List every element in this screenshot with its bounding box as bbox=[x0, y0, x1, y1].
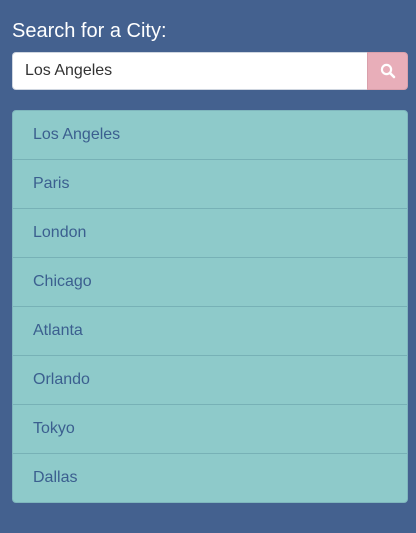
city-list: Los Angeles Paris London Chicago Atlanta… bbox=[12, 110, 408, 503]
city-item-orlando[interactable]: Orlando bbox=[13, 356, 407, 405]
search-input[interactable] bbox=[12, 52, 367, 90]
city-item-london[interactable]: London bbox=[13, 209, 407, 258]
city-item-los-angeles[interactable]: Los Angeles bbox=[13, 111, 407, 160]
city-item-paris[interactable]: Paris bbox=[13, 160, 407, 209]
city-item-atlanta[interactable]: Atlanta bbox=[13, 307, 407, 356]
city-item-dallas[interactable]: Dallas bbox=[13, 454, 407, 502]
search-bar bbox=[12, 52, 408, 90]
search-button[interactable] bbox=[367, 52, 408, 90]
search-icon bbox=[380, 63, 396, 79]
city-item-tokyo[interactable]: Tokyo bbox=[13, 405, 407, 454]
page-title: Search for a City: bbox=[12, 20, 167, 42]
city-item-chicago[interactable]: Chicago bbox=[13, 258, 407, 307]
